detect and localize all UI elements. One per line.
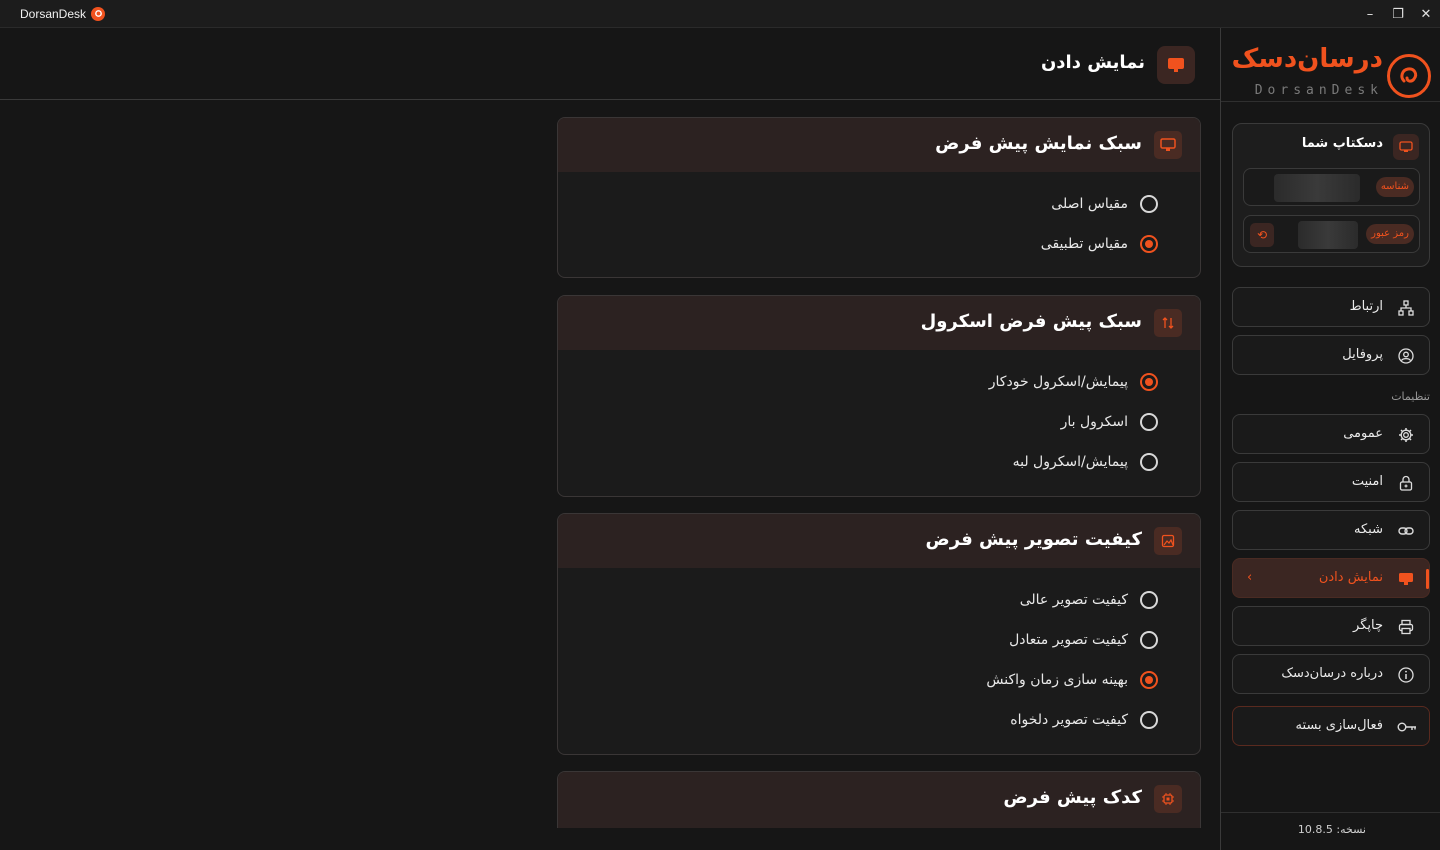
- radio-custom-quality[interactable]: کیفیت تصویر دلخواه: [1010, 708, 1158, 732]
- main-content: نمایش دادن سبک نمایش پیش فرض مقیاس اصلی …: [0, 28, 1220, 850]
- codec-card: کدک پیش فرض: [557, 771, 1201, 828]
- nav-activate-package[interactable]: فعال‌سازی بسته: [1232, 706, 1430, 746]
- radio-button[interactable]: [1140, 373, 1158, 391]
- option-label: پیمایش/اسکرول خودکار: [988, 374, 1128, 390]
- link-icon: [1397, 522, 1415, 540]
- radio-button[interactable]: [1140, 413, 1158, 431]
- active-indicator: [1426, 569, 1429, 589]
- lock-icon: [1397, 474, 1415, 492]
- monitor-icon: [1393, 134, 1419, 160]
- page-title: نمایش دادن: [1040, 52, 1145, 73]
- profile-icon: [1397, 347, 1415, 365]
- option-label: پیمایش/اسکرول لبه: [1012, 454, 1128, 470]
- radio-button[interactable]: [1140, 195, 1158, 213]
- nav-label: پروفایل: [1342, 347, 1383, 362]
- nav-label: عمومی: [1343, 426, 1383, 441]
- card-title: کیفیت تصویر پیش فرض: [925, 529, 1142, 550]
- nav-connection[interactable]: ارتباط: [1232, 287, 1430, 327]
- close-button[interactable]: ✕: [1412, 0, 1440, 28]
- app-title: DorsanDesk: [20, 6, 106, 21]
- brand-name-en: DorsanDesk: [1254, 83, 1383, 98]
- chip-icon: [1154, 785, 1182, 813]
- nav-label: چاپگر: [1353, 618, 1383, 633]
- page-header: نمایش دادن: [0, 28, 1220, 100]
- settings-section-label: تنظیمات: [1391, 390, 1430, 403]
- password-tag: رمز عبور: [1366, 224, 1414, 244]
- nav-about[interactable]: درباره درسان‌دسک: [1232, 654, 1430, 694]
- radio-button[interactable]: [1140, 671, 1158, 689]
- version-label: نسخه: 10.8.5: [1297, 823, 1366, 836]
- monitor-icon: [1397, 570, 1415, 588]
- card-title: سبک پیش فرض اسکرول: [920, 311, 1142, 332]
- desktop-id-field[interactable]: شناسه: [1243, 168, 1420, 206]
- radio-optimize-latency[interactable]: بهینه سازی زمان واکنش: [986, 668, 1158, 692]
- monitor-icon: [1154, 131, 1182, 159]
- radio-button[interactable]: [1140, 235, 1158, 253]
- maximize-button[interactable]: ❐: [1384, 0, 1412, 28]
- id-value-blurred: [1274, 174, 1360, 202]
- nav-label: امنیت: [1351, 474, 1383, 489]
- radio-scrollbar[interactable]: اسکرول بار: [1061, 410, 1158, 434]
- option-label: کیفیت تصویر متعادل: [1009, 632, 1128, 648]
- image-quality-card: کیفیت تصویر پیش فرض کیفیت تصویر عالی کیف…: [557, 513, 1201, 755]
- nav-security[interactable]: امنیت: [1232, 462, 1430, 502]
- radio-button[interactable]: [1140, 591, 1158, 609]
- monitor-icon: [1157, 46, 1195, 84]
- nav-printer[interactable]: چاپگر: [1232, 606, 1430, 646]
- image-icon: [1154, 527, 1182, 555]
- scroll-icon: [1154, 309, 1182, 337]
- minimize-button[interactable]: –: [1356, 0, 1384, 28]
- desktop-title: دسکتاپ شما: [1301, 136, 1383, 151]
- password-value-blurred: [1298, 221, 1358, 249]
- radio-button[interactable]: [1140, 631, 1158, 649]
- radio-button[interactable]: [1140, 711, 1158, 729]
- nav-label: فعال‌سازی بسته: [1295, 718, 1383, 733]
- your-desktop-card: دسکتاپ شما شناسه رمز عبور ⟲: [1232, 123, 1430, 267]
- option-label: بهینه سازی زمان واکنش: [986, 672, 1128, 688]
- option-label: مقیاس اصلی: [1051, 196, 1128, 212]
- option-label: مقیاس تطبیقی: [1040, 236, 1128, 252]
- nav-display[interactable]: نمایش دادن ‹: [1232, 558, 1430, 598]
- radio-balanced-quality[interactable]: کیفیت تصویر متعادل: [1009, 628, 1158, 652]
- nav-general[interactable]: عمومی: [1232, 414, 1430, 454]
- nav-network[interactable]: شبکه: [1232, 510, 1430, 550]
- key-icon: [1397, 718, 1417, 736]
- version-footer: نسخه: 10.8.5: [1221, 812, 1440, 850]
- brand-logo-icon: [1387, 54, 1431, 98]
- radio-best-quality[interactable]: کیفیت تصویر عالی: [1020, 588, 1158, 612]
- nav-label: شبکه: [1354, 522, 1383, 537]
- info-icon: [1397, 666, 1415, 684]
- radio-auto-scroll[interactable]: پیمایش/اسکرول خودکار: [989, 370, 1158, 394]
- option-label: کیفیت تصویر عالی: [1019, 592, 1128, 608]
- radio-original-scale[interactable]: مقیاس اصلی: [1051, 192, 1158, 216]
- desktop-password-field[interactable]: رمز عبور ⟲: [1243, 215, 1420, 253]
- radio-adaptive-scale[interactable]: مقیاس تطبیقی: [1041, 232, 1158, 256]
- card-title: سبک نمایش پیش فرض: [935, 133, 1142, 154]
- title-bar: DorsanDesk – ❐ ✕: [0, 0, 1440, 28]
- radio-edge-scroll[interactable]: پیمایش/اسکرول لبه: [1013, 450, 1158, 474]
- nav-profile[interactable]: پروفایل: [1232, 335, 1430, 375]
- nav-label: ارتباط: [1349, 299, 1383, 314]
- nav-label: درباره درسان‌دسک: [1281, 666, 1383, 681]
- network-icon: [1397, 299, 1415, 317]
- option-label: کیفیت تصویر دلخواه: [1010, 712, 1128, 728]
- refresh-icon[interactable]: ⟲: [1250, 223, 1274, 247]
- app-title-text: DorsanDesk: [20, 6, 87, 21]
- display-style-card: سبک نمایش پیش فرض مقیاس اصلی مقیاس تطبیق…: [557, 117, 1201, 278]
- radio-button[interactable]: [1140, 453, 1158, 471]
- brand-logo: درسان‌دسک DorsanDesk: [1221, 28, 1440, 102]
- app-logo-icon: [91, 6, 106, 21]
- card-title: کدک پیش فرض: [1003, 787, 1142, 808]
- gear-icon: [1397, 426, 1415, 444]
- chevron-left-icon: ‹: [1247, 570, 1253, 585]
- id-tag: شناسه: [1375, 177, 1414, 197]
- nav-label: نمایش دادن: [1318, 570, 1383, 585]
- scroll-style-card: سبک پیش فرض اسکرول پیمایش/اسکرول خودکار …: [557, 295, 1201, 497]
- brand-name-fa: درسان‌دسک: [1231, 44, 1384, 74]
- printer-icon: [1397, 618, 1415, 636]
- option-label: اسکرول بار: [1060, 414, 1128, 430]
- sidebar: درسان‌دسک DorsanDesk دسکتاپ شما شناسه رم…: [1220, 28, 1440, 850]
